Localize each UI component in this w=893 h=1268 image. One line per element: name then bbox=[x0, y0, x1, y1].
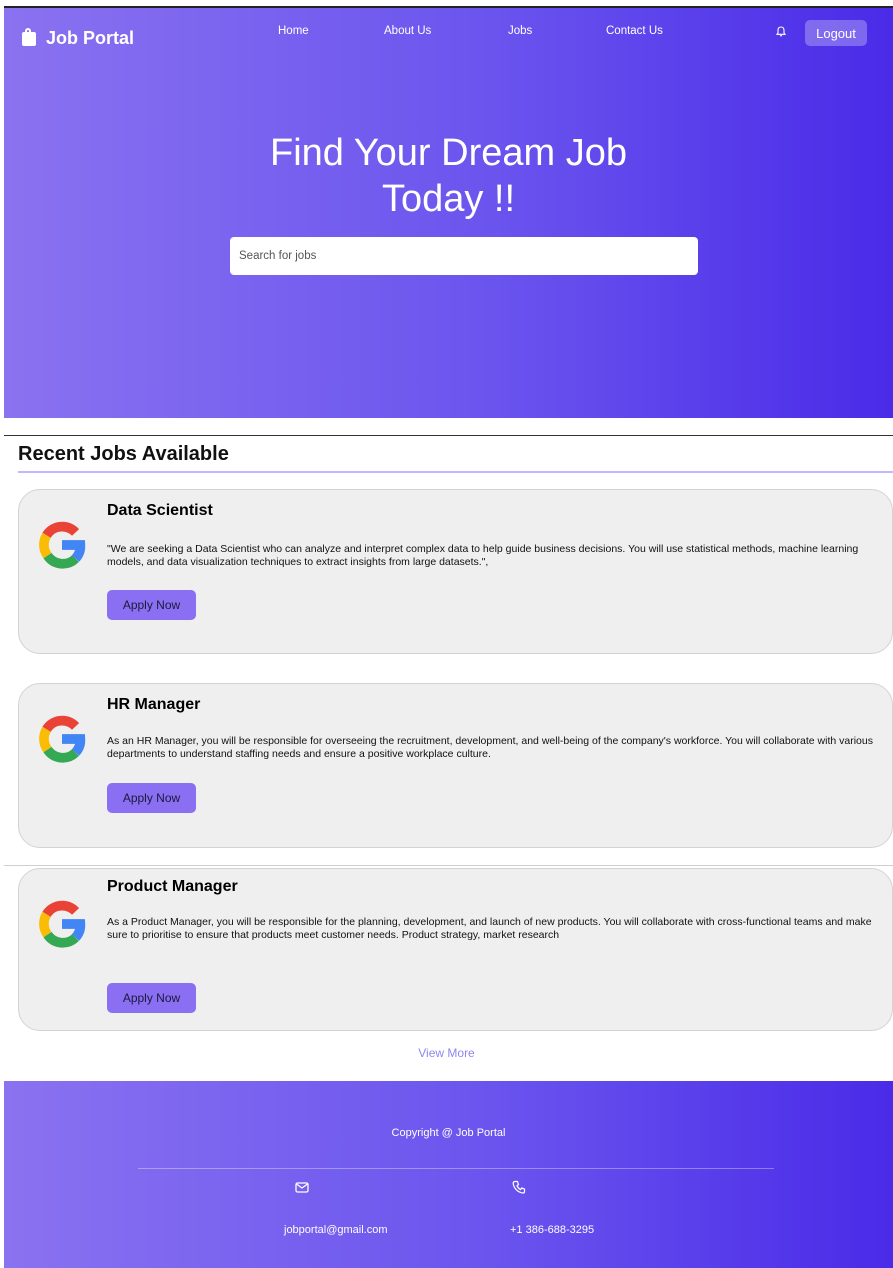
brand[interactable]: Job Portal bbox=[22, 27, 135, 49]
section-title: Recent Jobs Available bbox=[18, 443, 229, 465]
nav-about-us[interactable]: About Us bbox=[384, 25, 431, 37]
footer-divider bbox=[138, 1168, 774, 1169]
hero-title: Find Your Dream Job Today !! bbox=[270, 132, 627, 220]
job-title: HR Manager bbox=[107, 696, 201, 713]
job-title: Data Scientist bbox=[107, 502, 213, 519]
job-card-product-manager: Product Manager As a Product Manager, yo… bbox=[18, 868, 893, 1031]
google-logo-icon bbox=[39, 900, 86, 948]
view-more-link[interactable]: View More bbox=[0, 1046, 893, 1060]
google-logo-icon bbox=[39, 521, 86, 569]
divider bbox=[4, 435, 893, 436]
nav-jobs[interactable]: Jobs bbox=[508, 25, 532, 37]
job-search-input[interactable] bbox=[230, 237, 698, 275]
nav-home[interactable]: Home bbox=[278, 25, 309, 37]
job-description: As a Product Manager, you will be respon… bbox=[107, 916, 872, 941]
apply-now-button[interactable]: Apply Now bbox=[107, 983, 196, 1013]
bell-icon[interactable] bbox=[776, 26, 786, 37]
phone-icon bbox=[512, 1180, 526, 1194]
brand-name: Job Portal bbox=[46, 28, 135, 48]
job-title: Product Manager bbox=[107, 878, 238, 895]
email-link[interactable]: jobportal@gmail.com bbox=[284, 1224, 388, 1236]
footer: Copyright @ Job Portal jobportal@gmail.c… bbox=[4, 1081, 893, 1268]
divider bbox=[4, 865, 893, 866]
hero-banner: Job Portal Home About Us Jobs Contact Us… bbox=[4, 6, 893, 418]
copyright: Copyright @ Job Portal bbox=[391, 1127, 506, 1139]
job-card-data-scientist: Data Scientist "We are seeking a Data Sc… bbox=[18, 489, 893, 654]
logout-button[interactable]: Logout bbox=[805, 20, 867, 46]
section-underline bbox=[18, 471, 893, 473]
mail-icon bbox=[295, 1182, 309, 1193]
job-card-hr-manager: HR Manager As an HR Manager, you will be… bbox=[18, 683, 893, 848]
apply-now-button[interactable]: Apply Now bbox=[107, 783, 196, 813]
google-logo-icon bbox=[39, 715, 86, 763]
bag-icon bbox=[22, 27, 36, 46]
apply-now-button[interactable]: Apply Now bbox=[107, 590, 196, 620]
nav-contact-us[interactable]: Contact Us bbox=[606, 25, 663, 37]
phone-link[interactable]: +1 386-688-3295 bbox=[510, 1224, 594, 1236]
job-description: As an HR Manager, you will be responsibl… bbox=[107, 735, 873, 760]
job-description: "We are seeking a Data Scientist who can… bbox=[107, 543, 859, 568]
